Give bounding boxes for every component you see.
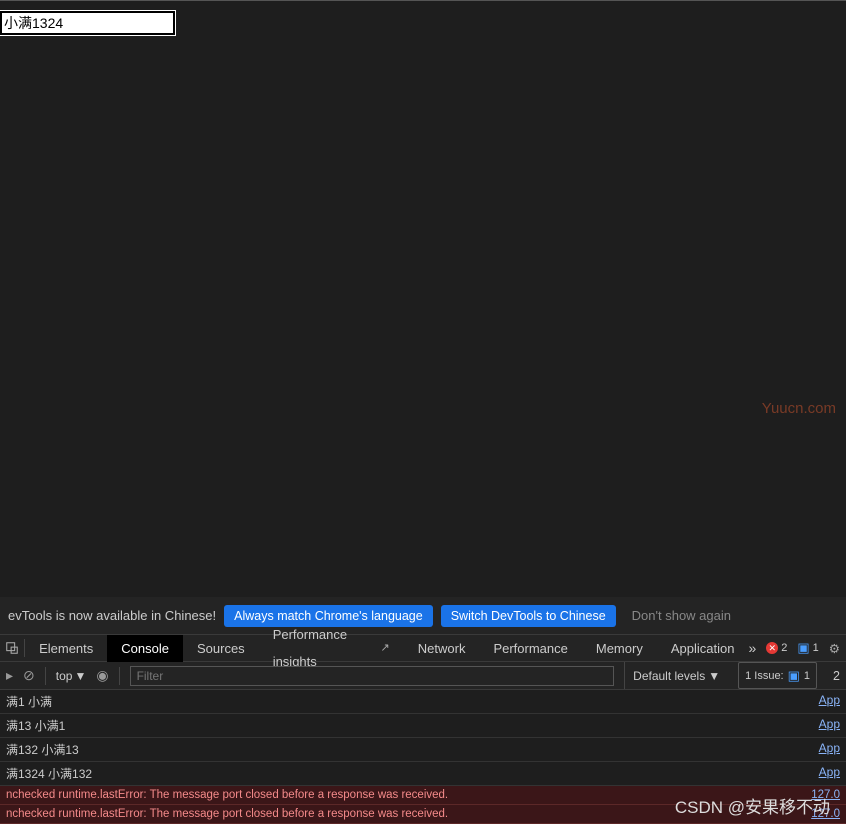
sidebar-toggle-icon[interactable]: ▸ (6, 667, 13, 684)
tab-memory[interactable]: Memory (582, 635, 657, 662)
switch-chinese-button[interactable]: Switch DevTools to Chinese (441, 605, 616, 627)
text-input[interactable] (0, 11, 175, 35)
source-link[interactable]: App (819, 741, 840, 758)
input-container (0, 11, 175, 35)
dont-show-button[interactable]: Don't show again (624, 604, 739, 627)
source-link[interactable]: App (819, 717, 840, 734)
clear-console-icon[interactable]: ⊘ (23, 667, 35, 684)
log-row: 满13 小满1App (0, 714, 846, 738)
banner-text: evTools is now available in Chinese! (8, 608, 216, 623)
tab-network[interactable]: Network (404, 635, 480, 662)
arrow-up-icon: ↗ (381, 635, 390, 662)
source-link[interactable]: App (819, 765, 840, 782)
source-link[interactable]: 127.0 (811, 789, 840, 801)
source-link[interactable]: App (819, 693, 840, 710)
error-row: nchecked runtime.lastError: The message … (0, 786, 846, 805)
eye-icon[interactable]: ◉ (96, 667, 108, 684)
source-link[interactable]: 127.0 (811, 808, 840, 820)
browser-page (0, 0, 846, 584)
issues-button[interactable]: 1 Issue:▣1 (738, 662, 817, 689)
settings-icon[interactable]: ⚙ (829, 641, 840, 656)
tab-elements[interactable]: Elements (25, 635, 107, 662)
console-toolbar: ▸ ⊘ top ▼ ◉ Default levels ▼ 1 Issue:▣1 … (0, 662, 846, 690)
language-banner: evTools is now available in Chinese! Alw… (0, 597, 846, 635)
devtools-panel: evTools is now available in Chinese! Alw… (0, 597, 846, 824)
log-row: 满1324 小满132App (0, 762, 846, 786)
tab-sources[interactable]: Sources (183, 635, 259, 662)
log-row: 满132 小满13App (0, 738, 846, 762)
tab-console[interactable]: Console (107, 635, 183, 662)
devtools-tabs: Elements Console Sources Performance ins… (0, 635, 846, 662)
message-badge[interactable]: ▣1 (797, 640, 818, 656)
filter-input[interactable] (130, 666, 615, 686)
tab-performance-insights[interactable]: Performance insights↗ (259, 635, 404, 662)
error-badge[interactable]: ✕2 (766, 642, 787, 654)
inspect-icon[interactable] (0, 641, 24, 655)
context-selector[interactable]: top ▼ (56, 669, 87, 683)
tab-application[interactable]: Application (657, 635, 749, 662)
more-tabs-icon[interactable]: » (748, 640, 756, 656)
tab-performance[interactable]: Performance (479, 635, 581, 662)
error-row: nchecked runtime.lastError: The message … (0, 805, 846, 824)
console-output: 满1 小满App 满13 小满1App 满132 小满13App 满1324 小… (0, 690, 846, 824)
log-row: 满1 小满App (0, 690, 846, 714)
log-levels-selector[interactable]: Default levels ▼ (624, 662, 728, 689)
